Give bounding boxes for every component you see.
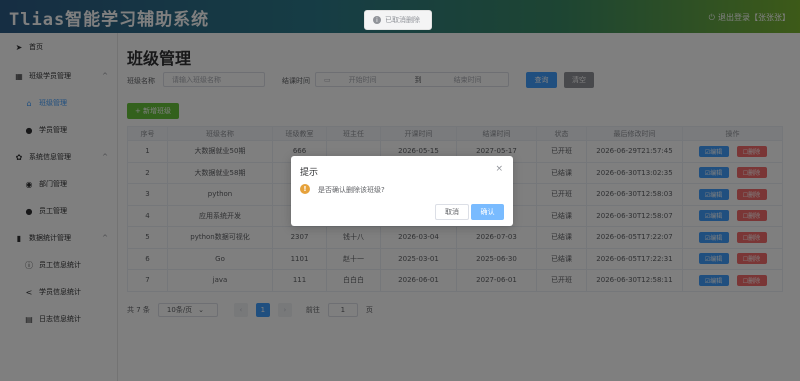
message-toast: i 已取消删除: [364, 10, 432, 30]
info-icon: i: [373, 16, 381, 24]
dialog-message: 是否确认删除该班级?: [318, 186, 385, 194]
dialog-title: 提示: [300, 168, 319, 178]
cancel-button[interactable]: 取消: [435, 204, 469, 220]
toast-text: 已取消删除: [385, 16, 420, 24]
confirm-button[interactable]: 确认: [471, 204, 504, 220]
close-icon[interactable]: ×: [495, 164, 503, 174]
confirm-dialog: 提示 × ! 是否确认删除该班级? 取消 确认: [291, 156, 513, 226]
warning-icon: !: [300, 184, 310, 194]
